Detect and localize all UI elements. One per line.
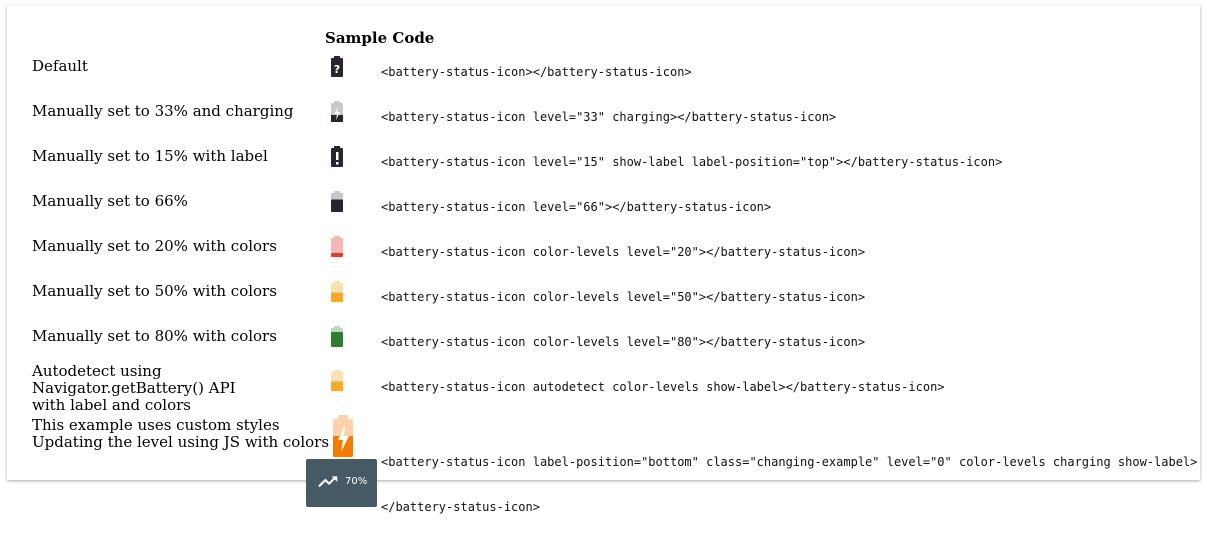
battery-icon: [325, 325, 349, 353]
sample-code: <battery-status-icon color-levels level=…: [381, 290, 866, 304]
battery-icon: [325, 190, 349, 218]
row-label: Autodetect using Navigator.getBattery() …: [32, 363, 332, 414]
row-label: Manually set to 33% and charging: [32, 102, 294, 120]
battery-alert-icon: [325, 145, 349, 173]
sample-code: <battery-status-icon></battery-status-ic…: [381, 65, 692, 79]
demo-row-15-label: Manually set to 15% with label <battery-…: [7, 145, 1200, 185]
sample-code: <battery-status-icon level="15" show-lab…: [381, 155, 1003, 169]
row-label-line1: This example uses custom styles: [32, 416, 280, 434]
demo-row-20-colors: Manually set to 20% with colors <battery…: [7, 235, 1200, 275]
sample-code: <battery-status-icon autodetect color-le…: [381, 380, 945, 394]
row-label: Manually set to 80% with colors: [32, 327, 277, 345]
tooltip-text: 70%: [345, 476, 368, 487]
battery-level-tooltip: 70%: [306, 459, 377, 507]
battery-charging-icon: [329, 414, 357, 458]
row-label: This example uses custom styles Updating…: [32, 417, 332, 451]
demo-row-66: Manually set to 66% <battery-status-icon…: [7, 190, 1200, 230]
row-label-line2: with label and colors: [32, 396, 191, 414]
battery-charging-icon: [325, 100, 349, 128]
battery-icon: [325, 369, 349, 397]
battery-icon: [325, 280, 349, 308]
sample-code: <battery-status-icon color-levels level=…: [381, 335, 866, 349]
row-label: Manually set to 50% with colors: [32, 282, 277, 300]
demo-row-autodetect: Autodetect using Navigator.getBattery() …: [7, 363, 1200, 414]
sample-code: <battery-status-icon color-levels level=…: [381, 245, 866, 259]
demo-card: Sample Code Default ? <battery-status-ic…: [7, 5, 1200, 514]
battery-unknown-icon: ?: [325, 55, 349, 83]
demo-row-33-charging: Manually set to 33% and charging <batter…: [7, 100, 1200, 140]
sample-code-line2: </battery-status-icon>: [381, 500, 540, 514]
demo-row-80-colors: Manually set to 80% with colors <battery…: [7, 325, 1200, 365]
sample-code: <battery-status-icon level="33" charging…: [381, 110, 837, 124]
battery-icon: [325, 235, 349, 263]
row-label-line2: Updating the level using JS with colors: [32, 433, 330, 451]
row-label-line1: Autodetect using Navigator.getBattery() …: [32, 362, 236, 397]
sample-code: <battery-status-icon label-position="bot…: [381, 425, 1197, 545]
svg-text:?: ?: [334, 63, 340, 76]
row-label: Manually set to 15% with label: [32, 147, 268, 165]
sample-code-line1: <battery-status-icon label-position="bot…: [381, 455, 1198, 469]
trending-up-icon: [318, 476, 338, 488]
demo-row-50-colors: Manually set to 50% with colors <battery…: [7, 280, 1200, 320]
row-label: Default: [32, 57, 88, 75]
sample-code-header: Sample Code: [325, 29, 435, 47]
row-label: Manually set to 66%: [32, 192, 188, 210]
demo-row-custom-styles: This example uses custom styles Updating…: [7, 414, 1200, 514]
demo-row-default: Default ? <battery-status-icon></battery…: [7, 55, 1200, 95]
row-label: Manually set to 20% with colors: [32, 237, 277, 255]
sample-code: <battery-status-icon level="66"></batter…: [381, 200, 772, 214]
